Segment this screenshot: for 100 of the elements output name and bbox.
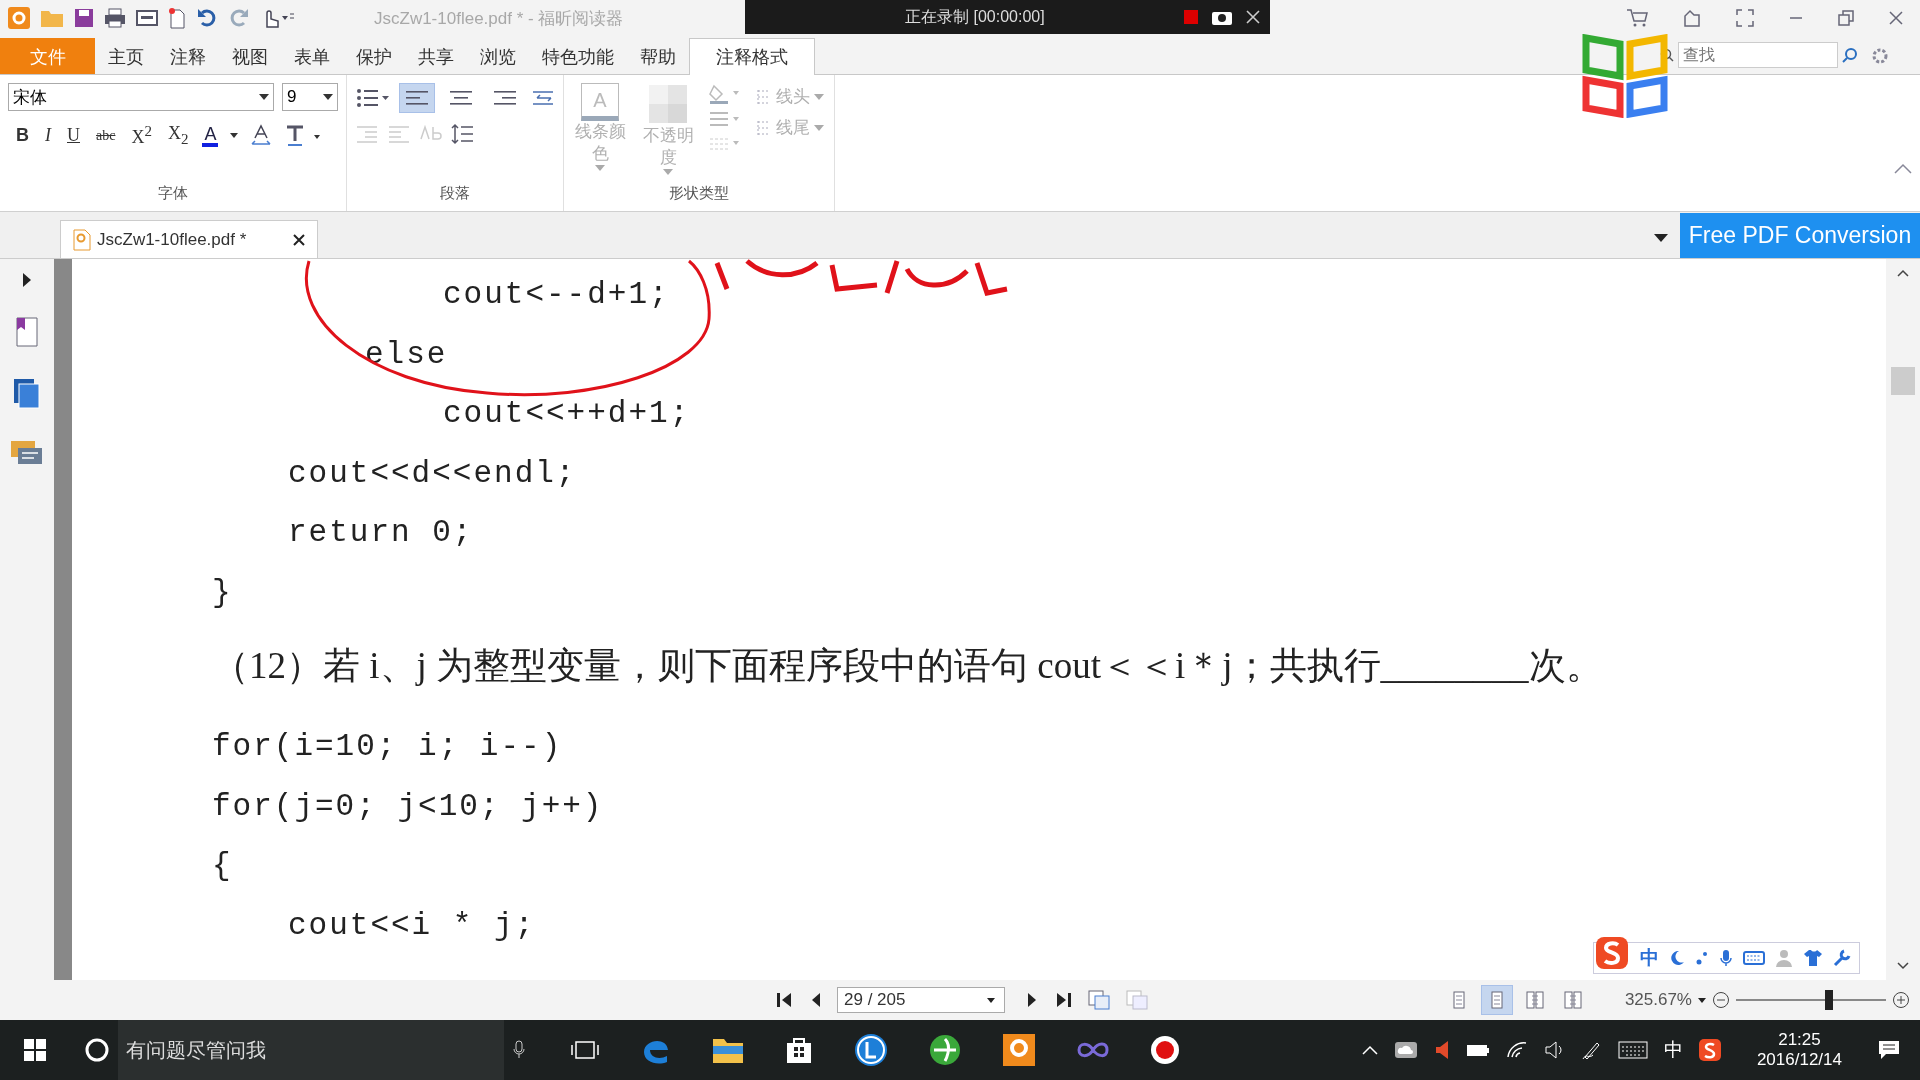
- bullet-list-icon[interactable]: [355, 86, 391, 110]
- menu-tab[interactable]: 主页: [95, 38, 157, 74]
- menu-tab[interactable]: 视图: [219, 38, 281, 74]
- globe-browser-icon[interactable]: [928, 1033, 962, 1067]
- dropdown-caret-icon[interactable]: [1654, 234, 1668, 242]
- start-icon[interactable]: [24, 1039, 46, 1061]
- dropdown-caret-icon[interactable]: [987, 997, 995, 1003]
- dropdown-caret-icon[interactable]: [230, 133, 239, 138]
- outdent-icon: [387, 124, 411, 144]
- format-button[interactable]: X$_{2}$: [165, 121, 191, 150]
- restore-icon[interactable]: [1838, 10, 1854, 26]
- close-icon[interactable]: [293, 233, 305, 246]
- record-icon[interactable]: [1150, 1035, 1180, 1065]
- moon-icon[interactable]: [1669, 950, 1685, 966]
- font-size-dropdown[interactable]: 9: [282, 83, 338, 111]
- pdf-reader-icon[interactable]: [1002, 1033, 1036, 1067]
- document-tab[interactable]: JscZw1-10flee.pdf *: [60, 220, 318, 258]
- pages-icon[interactable]: [12, 377, 42, 411]
- input-mode-label[interactable]: 中: [1663, 1037, 1683, 1063]
- taskbar-search-field[interactable]: 有问题尽管问我: [118, 1020, 504, 1080]
- infinity-icon[interactable]: [1076, 1040, 1110, 1060]
- code-line: for(i=10; i; i--): [211, 728, 563, 766]
- scroll-down-icon[interactable]: [1897, 962, 1909, 970]
- code-line: cout<<d<<endl;: [287, 454, 577, 493]
- align-lines-icon: [450, 90, 472, 106]
- format-button[interactable]: X$^{2}$: [129, 121, 154, 150]
- menu-tab[interactable]: 浏览: [467, 38, 529, 74]
- menu-tab[interactable]: 共享: [405, 38, 467, 74]
- menu-tab[interactable]: 特色功能: [529, 38, 627, 74]
- letter-l-app-icon[interactable]: [854, 1033, 888, 1067]
- new-document-icon[interactable]: [168, 7, 186, 29]
- punctuation-icon[interactable]: [1695, 950, 1709, 966]
- store-icon[interactable]: [784, 1035, 814, 1065]
- battery-icon[interactable]: [1465, 1042, 1490, 1058]
- format-button[interactable]: U: [65, 123, 82, 148]
- zoom-slider-thumb[interactable]: [1825, 990, 1833, 1010]
- format-button[interactable]: B: [14, 123, 31, 148]
- line-spacing-icon[interactable]: [451, 123, 475, 145]
- code-line: cout<--d+1;: [442, 276, 670, 314]
- scroll-up-icon[interactable]: [1897, 269, 1909, 277]
- zoom-out-icon[interactable]: [1712, 991, 1730, 1009]
- zoom-in-icon[interactable]: [1892, 991, 1910, 1009]
- save-icon[interactable]: [74, 8, 94, 28]
- line-color-swatch: A: [581, 83, 619, 121]
- format-button[interactable]: I: [43, 123, 53, 148]
- align-lines-icon: [406, 90, 428, 106]
- folder-icon[interactable]: [712, 1036, 744, 1064]
- menu-tab[interactable]: 注释格式: [689, 38, 815, 75]
- microphone-icon[interactable]: [1719, 949, 1733, 967]
- undo-icon[interactable]: [196, 7, 218, 29]
- font-color-button[interactable]: A: [202, 124, 219, 147]
- indent-icon: [355, 124, 379, 144]
- expand-panel-icon[interactable]: [22, 273, 32, 287]
- microphone-icon[interactable]: [512, 1040, 526, 1060]
- opacity-swatch-icon: [647, 83, 689, 125]
- keyboard-icon[interactable]: [1743, 950, 1765, 966]
- code-line: return 0;: [287, 514, 474, 552]
- speaker-muted-icon[interactable]: [1433, 1040, 1450, 1060]
- document-tab-label: JscZw1-10flee.pdf *: [97, 229, 247, 250]
- cart-icon[interactable]: [1626, 8, 1648, 28]
- menu-tab[interactable]: 保护: [343, 38, 405, 74]
- dropdown-caret-icon[interactable]: [1698, 997, 1706, 1003]
- settings-icon[interactable]: [1870, 46, 1890, 66]
- camera-icon[interactable]: [1212, 9, 1232, 25]
- chevron-up-icon[interactable]: [1361, 1045, 1378, 1055]
- task-view-icon[interactable]: [570, 1039, 600, 1061]
- printer-icon[interactable]: [104, 8, 126, 28]
- fullscreen-icon[interactable]: [1736, 9, 1754, 27]
- bookmark-icon[interactable]: [13, 315, 41, 349]
- notification-icon[interactable]: [1878, 1040, 1900, 1060]
- code-line: else: [364, 335, 448, 374]
- pen-icon[interactable]: [1581, 1040, 1602, 1060]
- font-dropdown[interactable]: 宋体: [8, 83, 274, 111]
- character-spacing-icon[interactable]: [250, 123, 273, 148]
- scrollbar-thumb[interactable]: [1891, 367, 1915, 395]
- collapse-ribbon-icon[interactable]: [1894, 163, 1912, 175]
- wifi-icon[interactable]: [1505, 1041, 1528, 1059]
- menu-tab[interactable]: 表单: [281, 38, 343, 74]
- wrench-icon[interactable]: [1833, 949, 1851, 967]
- menu-tab[interactable]: 注释: [157, 38, 219, 74]
- search-icon[interactable]: [1842, 47, 1858, 63]
- sogou-logo-icon[interactable]: [1698, 1039, 1721, 1061]
- menu-tab[interactable]: 帮助: [627, 38, 689, 74]
- page-layout-icon: [1563, 991, 1582, 1009]
- clock-date[interactable]: 2016/12/14: [1756, 1050, 1842, 1070]
- page-number-field[interactable]: 29 / 205: [837, 987, 1005, 1013]
- code-line: cout<<i * j;: [287, 906, 536, 945]
- align-left-button[interactable]: [399, 83, 435, 113]
- pdf-file-icon: [73, 228, 91, 251]
- clock-time[interactable]: 21:25: [1778, 1030, 1821, 1050]
- ime-mode-label[interactable]: 中: [1640, 945, 1659, 971]
- shirt-icon[interactable]: [1803, 949, 1823, 967]
- format-button[interactable]: abc: [94, 125, 118, 146]
- cloud-icon[interactable]: [1393, 1040, 1418, 1060]
- scanner-icon[interactable]: [136, 9, 158, 27]
- page-view-button[interactable]: [1480, 985, 1513, 1015]
- cortana-circle-icon[interactable]: [84, 1037, 110, 1063]
- search-field[interactable]: 查找: [1678, 42, 1838, 68]
- share-icon[interactable]: [1682, 8, 1702, 28]
- zoom-percentage[interactable]: 325.67%: [1624, 990, 1692, 1010]
